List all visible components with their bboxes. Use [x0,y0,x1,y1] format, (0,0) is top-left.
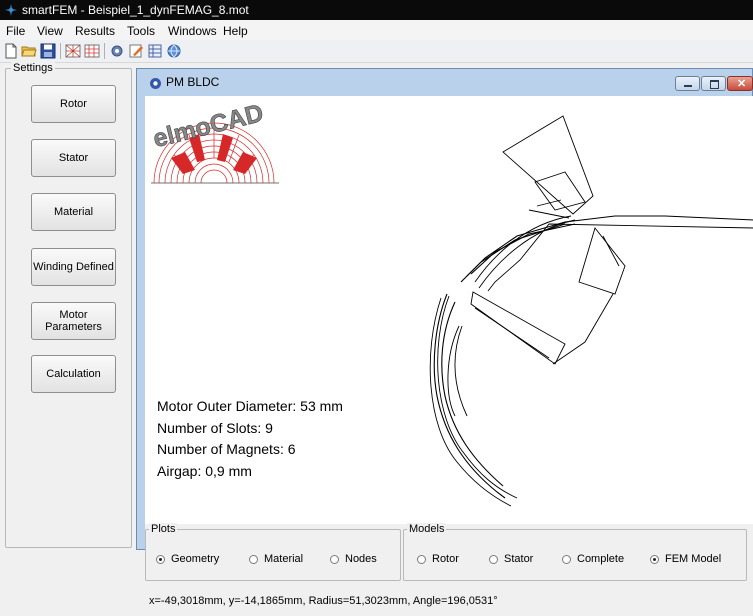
app-title-bar: smartFEM - Beispiel_1_dynFEMAG_8.mot [0,0,753,20]
models-rotor-label: Rotor [432,553,459,565]
gear-icon[interactable] [109,43,125,59]
models-complete-label: Complete [577,553,625,565]
radio-selected-icon [650,554,659,564]
new-file-icon[interactable] [3,43,19,59]
plots-material-label: Material [264,553,304,565]
globe-icon[interactable] [166,43,182,59]
cursor-coordinates: x=-49,3018mm, y=-14,1865mm, Radius=51,30… [149,595,498,607]
plot-canvas[interactable]: elmoCAD Motor Outer Diameter: 53 mm Numb… [145,96,753,524]
plots-geometry-radio[interactable]: Geometry [156,553,219,565]
motor-parameters-button[interactable]: Motor Parameters [31,302,116,340]
models-rotor-radio[interactable]: Rotor [417,553,459,565]
rotor-button[interactable]: Rotor [31,85,116,123]
radio-icon [249,554,258,564]
restore-button[interactable] [701,76,726,91]
stator-button[interactable]: Stator [31,139,116,177]
motor-outer-diameter: Motor Outer Diameter: 53 mm [157,398,343,414]
models-group-title: Models [407,523,447,535]
options-panel: Geometry Material Nodes Plots Rotor Stat… [145,523,753,586]
plots-geometry-label: Geometry [171,553,220,565]
models-complete-radio[interactable]: Complete [562,553,624,565]
smartfem-app-icon [5,4,17,16]
minimize-button[interactable] [675,76,700,91]
radio-icon [489,554,498,564]
plots-material-radio[interactable]: Material [249,553,303,565]
plots-nodes-radio[interactable]: Nodes [330,553,377,565]
calculation-button[interactable]: Calculation [31,355,116,393]
menu-tools[interactable]: Tools [127,24,155,38]
settings-group-title: Settings [11,62,55,74]
mesh-icon[interactable] [65,43,81,59]
menu-help[interactable]: Help [223,24,248,38]
models-stator-radio[interactable]: Stator [489,553,533,565]
menu-results[interactable]: Results [75,24,115,38]
toolbar-separator [60,43,61,59]
menu-file[interactable]: File [6,24,25,38]
window-title: PM BLDC [166,75,220,89]
table-icon[interactable] [147,43,163,59]
motor-info: Motor Outer Diameter: 53 mm Number of Sl… [157,396,343,482]
radio-icon [562,554,571,564]
window-icon [150,78,161,89]
menu-view[interactable]: View [37,24,63,38]
plots-nodes-label: Nodes [345,553,377,565]
save-icon[interactable] [40,43,56,59]
menu-bar: File View Results Tools Windows Help [0,20,753,40]
edit-icon[interactable] [128,43,144,59]
status-bar: x=-49,3018mm, y=-14,1865mm, Radius=51,30… [145,586,753,616]
radio-selected-icon [156,554,165,564]
close-icon: ✕ [737,78,747,90]
menu-windows[interactable]: Windows [168,24,217,38]
airgap: Airgap: 0,9 mm [157,462,252,479]
app-title: smartFEM - Beispiel_1_dynFEMAG_8.mot [22,3,249,17]
plots-group-title: Plots [149,523,178,535]
restore-icon [710,80,719,89]
minimize-icon [684,85,692,87]
models-fem-model-radio[interactable]: FEM Model [650,553,721,565]
plots-group: Geometry Material Nodes [145,529,401,581]
open-folder-icon[interactable] [21,43,37,59]
number-of-slots: Number of Slots: 9 [157,419,273,436]
material-button[interactable]: Material [31,193,116,231]
close-button[interactable]: ✕ [727,76,753,91]
grid-icon[interactable] [84,43,100,59]
models-stator-label: Stator [504,553,534,565]
radio-icon [417,554,426,564]
winding-defined-button[interactable]: Winding Defined [31,248,116,286]
models-fem-model-label: FEM Model [665,553,722,565]
models-group: Rotor Stator Complete FEM Model [403,529,747,581]
toolbar-separator [104,43,105,59]
toolbar [0,40,753,63]
pm-bldc-window: PM BLDC ✕ elmoCAD Motor Outer Diameter: … [136,68,753,616]
number-of-magnets: Number of Magnets: 6 [157,441,296,457]
settings-group: Rotor Stator Material Winding Defined Mo… [5,68,132,548]
radio-icon [330,554,339,564]
